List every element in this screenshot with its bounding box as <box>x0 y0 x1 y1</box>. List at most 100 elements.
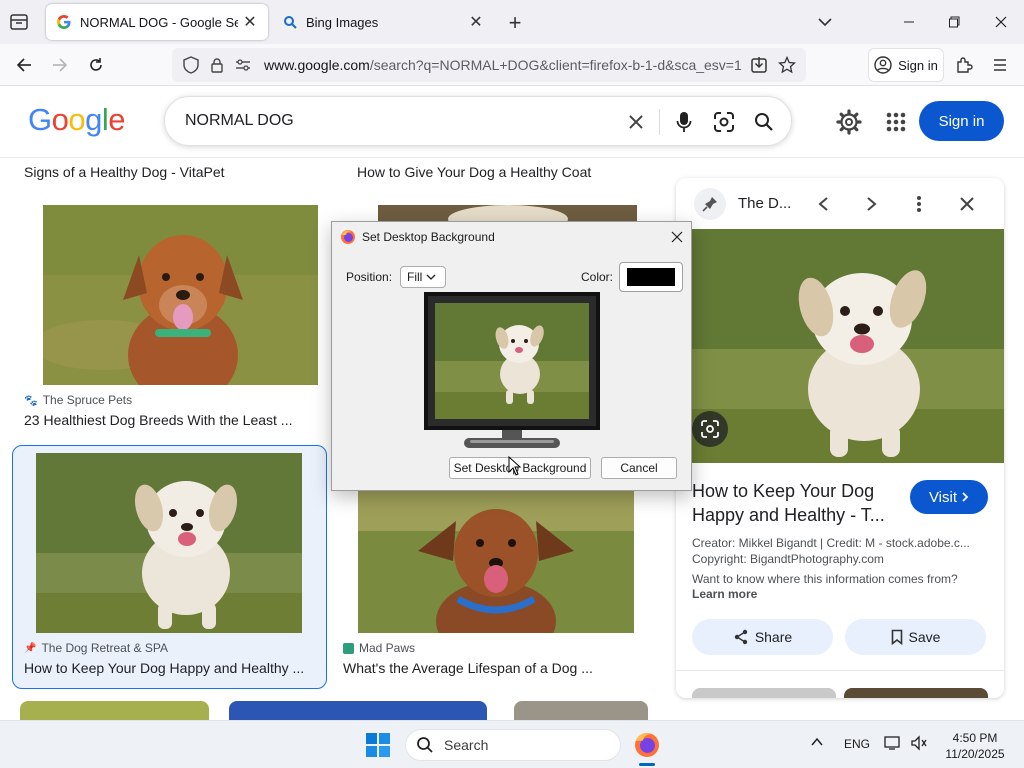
more-vert-icon[interactable] <box>906 191 932 217</box>
cancel-button[interactable]: Cancel <box>601 457 677 479</box>
reload-icon[interactable] <box>82 52 110 78</box>
result-title[interactable]: How to Keep Your Dog Happy and Healthy .… <box>24 660 304 676</box>
close-icon[interactable] <box>666 226 688 248</box>
back-icon[interactable] <box>10 52 38 78</box>
maximize-icon[interactable] <box>940 8 970 36</box>
tab-strip: NORMAL DOG - Google Search ✕ Bing Images… <box>0 0 1024 44</box>
result-image-brown-dog[interactable] <box>43 205 318 385</box>
chevron-right-icon <box>962 492 969 502</box>
visit-button[interactable]: Visit <box>910 480 988 514</box>
close-icon[interactable] <box>954 191 980 217</box>
pin-icon <box>694 188 726 220</box>
close-window-icon[interactable] <box>986 8 1016 36</box>
set-desktop-background-dialog: Set Desktop Background Position: Fill Co… <box>331 221 692 491</box>
shield-icon[interactable] <box>180 54 202 76</box>
close-icon[interactable]: ✕ <box>238 10 262 34</box>
related-image-partial[interactable] <box>844 688 988 698</box>
related-image-partial[interactable] <box>692 688 836 698</box>
close-icon[interactable]: ✕ <box>464 10 488 34</box>
result-image-white-puppy[interactable] <box>36 453 302 633</box>
clock[interactable]: 4:50 PM 11/20/2025 <box>942 730 1008 762</box>
mad-paws-favicon <box>343 642 354 654</box>
mic-icon[interactable] <box>671 109 697 135</box>
list-all-tabs-icon[interactable] <box>8 12 30 32</box>
result-source[interactable]: 🐾 The Spruce Pets <box>24 393 132 407</box>
volume-icon[interactable] <box>910 735 928 754</box>
menu-icon[interactable] <box>986 52 1014 78</box>
preview-image-white-puppy[interactable] <box>692 229 1004 463</box>
wifi-icon[interactable] <box>884 735 902 754</box>
position-label: Position: <box>346 270 393 284</box>
pin-icon: 📌 <box>24 642 37 654</box>
plus-icon[interactable]: + <box>502 10 528 36</box>
apps-grid-icon[interactable] <box>881 107 911 137</box>
chevron-left-icon[interactable] <box>811 191 837 217</box>
monitor-preview <box>424 292 600 452</box>
firefox-taskbar-icon[interactable] <box>632 730 662 760</box>
chevron-right-icon[interactable] <box>858 191 884 217</box>
panel-source-name[interactable]: The D... <box>738 195 791 212</box>
taskbar: Search ENG 4:50 PM 11/20/2025 <box>0 720 1024 768</box>
chevron-up-icon[interactable] <box>810 735 824 752</box>
tab-google-search[interactable]: NORMAL DOG - Google Search ✕ <box>46 4 268 40</box>
position-select[interactable]: Fill <box>400 266 446 288</box>
chevron-down-icon[interactable] <box>814 12 836 32</box>
search-box[interactable]: NORMAL DOG <box>164 96 792 146</box>
google-sign-in-button[interactable]: Sign in <box>919 101 1004 141</box>
result-title[interactable]: 23 Healthiest Dog Breeds With the Least … <box>24 412 292 428</box>
taskbar-search-box[interactable]: Search <box>405 729 621 761</box>
search-input[interactable]: NORMAL DOG <box>185 112 294 130</box>
image-preview-panel: The D... How to Keep Your Dog Happy and … <box>676 178 1004 698</box>
extensions-icon[interactable] <box>950 52 978 78</box>
url-bar[interactable]: www.google.com/search?q=NORMAL+DOG&clien… <box>172 48 806 82</box>
firefox-sign-in-button[interactable]: Sign in <box>868 48 944 82</box>
url-path: /search?q=NORMAL+DOG&client=firefox-b-1-… <box>369 57 742 73</box>
url-text: www.google.com/search?q=NORMAL+DOG&clien… <box>264 57 744 73</box>
result-title[interactable]: What's the Average Lifespan of a Dog ... <box>343 660 593 676</box>
result-image-partial[interactable] <box>229 701 487 720</box>
result-title[interactable]: Signs of a Healthy Dog - VitaPet <box>24 164 225 180</box>
tab-bing-images[interactable]: Bing Images ✕ <box>272 4 494 40</box>
star-icon[interactable] <box>776 54 798 76</box>
gear-icon[interactable] <box>834 107 864 137</box>
result-image-partial[interactable] <box>20 701 209 720</box>
dialog-title: Set Desktop Background <box>362 230 495 244</box>
paw-icon: 🐾 <box>24 394 38 407</box>
position-value: Fill <box>407 270 423 284</box>
result-image-dachshund[interactable] <box>358 491 634 633</box>
save-button[interactable]: Save <box>845 619 986 655</box>
result-title[interactable]: How to Give Your Dog a Healthy Coat <box>357 164 591 180</box>
url-domain: www.google.com <box>264 57 370 73</box>
lens-icon[interactable] <box>711 109 737 135</box>
panel-header: The D... <box>676 178 1004 230</box>
google-logo[interactable]: Google <box>28 102 126 138</box>
learn-more-link[interactable]: Learn more <box>692 587 757 601</box>
clock-date: 11/20/2025 <box>945 747 1005 761</box>
save-to-pocket-icon[interactable] <box>748 54 770 76</box>
preview-title[interactable]: How to Keep Your Dog Happy and Healthy -… <box>692 479 902 527</box>
language-indicator[interactable]: ENG <box>844 737 870 751</box>
result-source[interactable]: Mad Paws <box>343 641 415 655</box>
tab-label: NORMAL DOG - Google Search <box>80 14 238 30</box>
color-picker[interactable] <box>619 262 683 292</box>
bookmark-icon <box>891 629 902 645</box>
sign-in-label: Sign in <box>898 57 938 73</box>
permissions-icon[interactable] <box>232 54 254 76</box>
minimize-icon[interactable] <box>894 8 924 36</box>
lens-icon[interactable] <box>692 411 728 447</box>
share-label: Share <box>754 629 793 645</box>
lock-icon[interactable] <box>206 54 228 76</box>
share-button[interactable]: Share <box>692 619 833 655</box>
forward-icon[interactable] <box>46 52 74 78</box>
result-image-partial[interactable] <box>514 701 648 720</box>
search-icon[interactable] <box>751 109 777 135</box>
color-label: Color: <box>581 270 614 284</box>
clear-icon[interactable] <box>623 109 649 135</box>
info-question: Want to know where this information come… <box>692 572 958 586</box>
result-source[interactable]: 📌 The Dog Retreat & SPA <box>24 641 168 655</box>
source-name: The Dog Retreat & SPA <box>41 641 168 655</box>
search-divider <box>659 109 660 135</box>
account-icon <box>874 56 892 74</box>
taskbar-search-placeholder: Search <box>444 737 489 753</box>
windows-start-icon[interactable] <box>366 733 390 757</box>
